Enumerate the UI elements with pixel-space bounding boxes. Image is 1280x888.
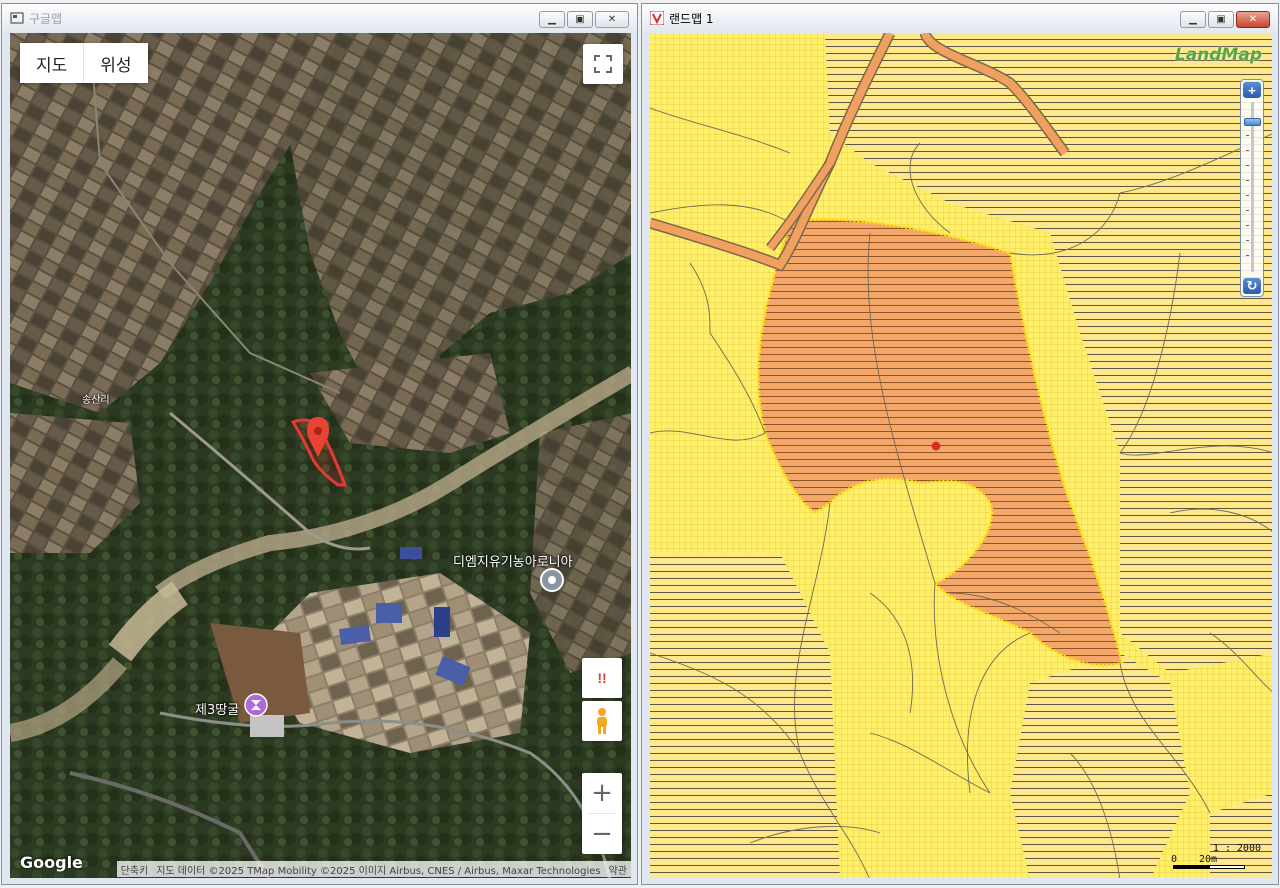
- maximize-button[interactable]: ▣: [1208, 11, 1234, 28]
- map-type-control: 지도 위성: [20, 43, 148, 83]
- zoom-out-button[interactable]: −: [582, 814, 622, 854]
- window-title: 랜드맵 1: [669, 11, 714, 26]
- zoom-reset-button[interactable]: ↻: [1243, 278, 1261, 294]
- cadastral-layers: [650, 33, 1272, 878]
- maximize-button[interactable]: ▣: [567, 11, 593, 28]
- satellite-map[interactable]: 송산리 디엠지유기농아로니아 제3땅굴 지도 위성 !! + − Google …: [10, 33, 631, 878]
- google-logo: Google: [20, 853, 83, 872]
- zoom-thumb[interactable]: [1244, 118, 1261, 126]
- cadastral-map[interactable]: LandMap + ↻ 1 : 2000 0 20m: [650, 33, 1272, 878]
- maximize-icon: ▣: [575, 14, 585, 25]
- satellite-imagery: [10, 33, 631, 878]
- attraction-icon: [244, 693, 268, 717]
- title-bar[interactable]: 구글맵 ▁ ▣ ✕: [2, 4, 637, 32]
- farm-label[interactable]: 디엠지유기농아로니아: [453, 551, 573, 570]
- street-view-button[interactable]: [582, 701, 622, 741]
- attribution-bar: 단축키 지도 데이터 ©2025 TMap Mobility ©2025 이미지…: [116, 861, 631, 877]
- scale-zero-label: 0: [1171, 854, 1178, 865]
- close-icon: ✕: [1248, 14, 1258, 25]
- landmap-logo: LandMap: [1174, 45, 1262, 65]
- title-bar[interactable]: 랜드맵 1 ▁ ▣ ✕: [642, 4, 1278, 32]
- shortcuts-link[interactable]: 단축키: [121, 862, 149, 877]
- fullscreen-icon: [594, 55, 612, 73]
- landmap-window: 랜드맵 1 ▁ ▣ ✕ LandMap + ↻ 1: 2000 0 20m: [641, 3, 1279, 885]
- app-icon: [10, 11, 24, 25]
- close-icon: ✕: [607, 14, 617, 25]
- scale-bar: 1 : 2000 0 20m: [1171, 843, 1261, 870]
- village-label: 송산리: [82, 395, 110, 406]
- zoom-control: + −: [582, 773, 622, 854]
- minimize-button[interactable]: ▁: [539, 11, 565, 28]
- window-title: 구글맵: [29, 11, 63, 26]
- landmap-app-icon: [650, 11, 664, 25]
- zoom-in-button[interactable]: +: [1243, 82, 1261, 98]
- zoom-track[interactable]: [1251, 102, 1254, 272]
- maximize-icon: ▣: [1216, 14, 1226, 25]
- location-marker-icon: [931, 441, 941, 451]
- zoom-slider[interactable]: + ↻: [1240, 79, 1264, 297]
- terms-link[interactable]: 약관: [609, 862, 627, 877]
- fullscreen-button[interactable]: [583, 44, 623, 84]
- close-button[interactable]: ✕: [1236, 11, 1270, 28]
- zoom-in-button[interactable]: +: [582, 773, 622, 813]
- pegman-icon: [597, 708, 607, 734]
- google-map-window: 구글맵 ▁ ▣ ✕ 송산리 디엠지유기농아로니아 제3땅굴 지도 위성 !! +…: [1, 3, 638, 885]
- minimize-button[interactable]: ▁: [1180, 11, 1206, 28]
- cave-label[interactable]: 제3땅굴: [195, 699, 239, 718]
- map-type-satellite-button[interactable]: 위성: [83, 43, 148, 83]
- place-pin-icon: [540, 568, 564, 592]
- scale-distance-label: 20m: [1199, 854, 1218, 865]
- close-button[interactable]: ✕: [595, 11, 629, 28]
- map-type-map-button[interactable]: 지도: [20, 43, 84, 83]
- minimize-icon: ▁: [548, 14, 556, 25]
- map-data-credit: 지도 데이터 ©2025 TMap Mobility ©2025 이미지 Air…: [156, 865, 601, 877]
- scale-ratio: 1 : 2000: [1212, 843, 1261, 854]
- alert-button[interactable]: !!: [582, 658, 622, 698]
- minimize-icon: ▁: [1189, 14, 1197, 25]
